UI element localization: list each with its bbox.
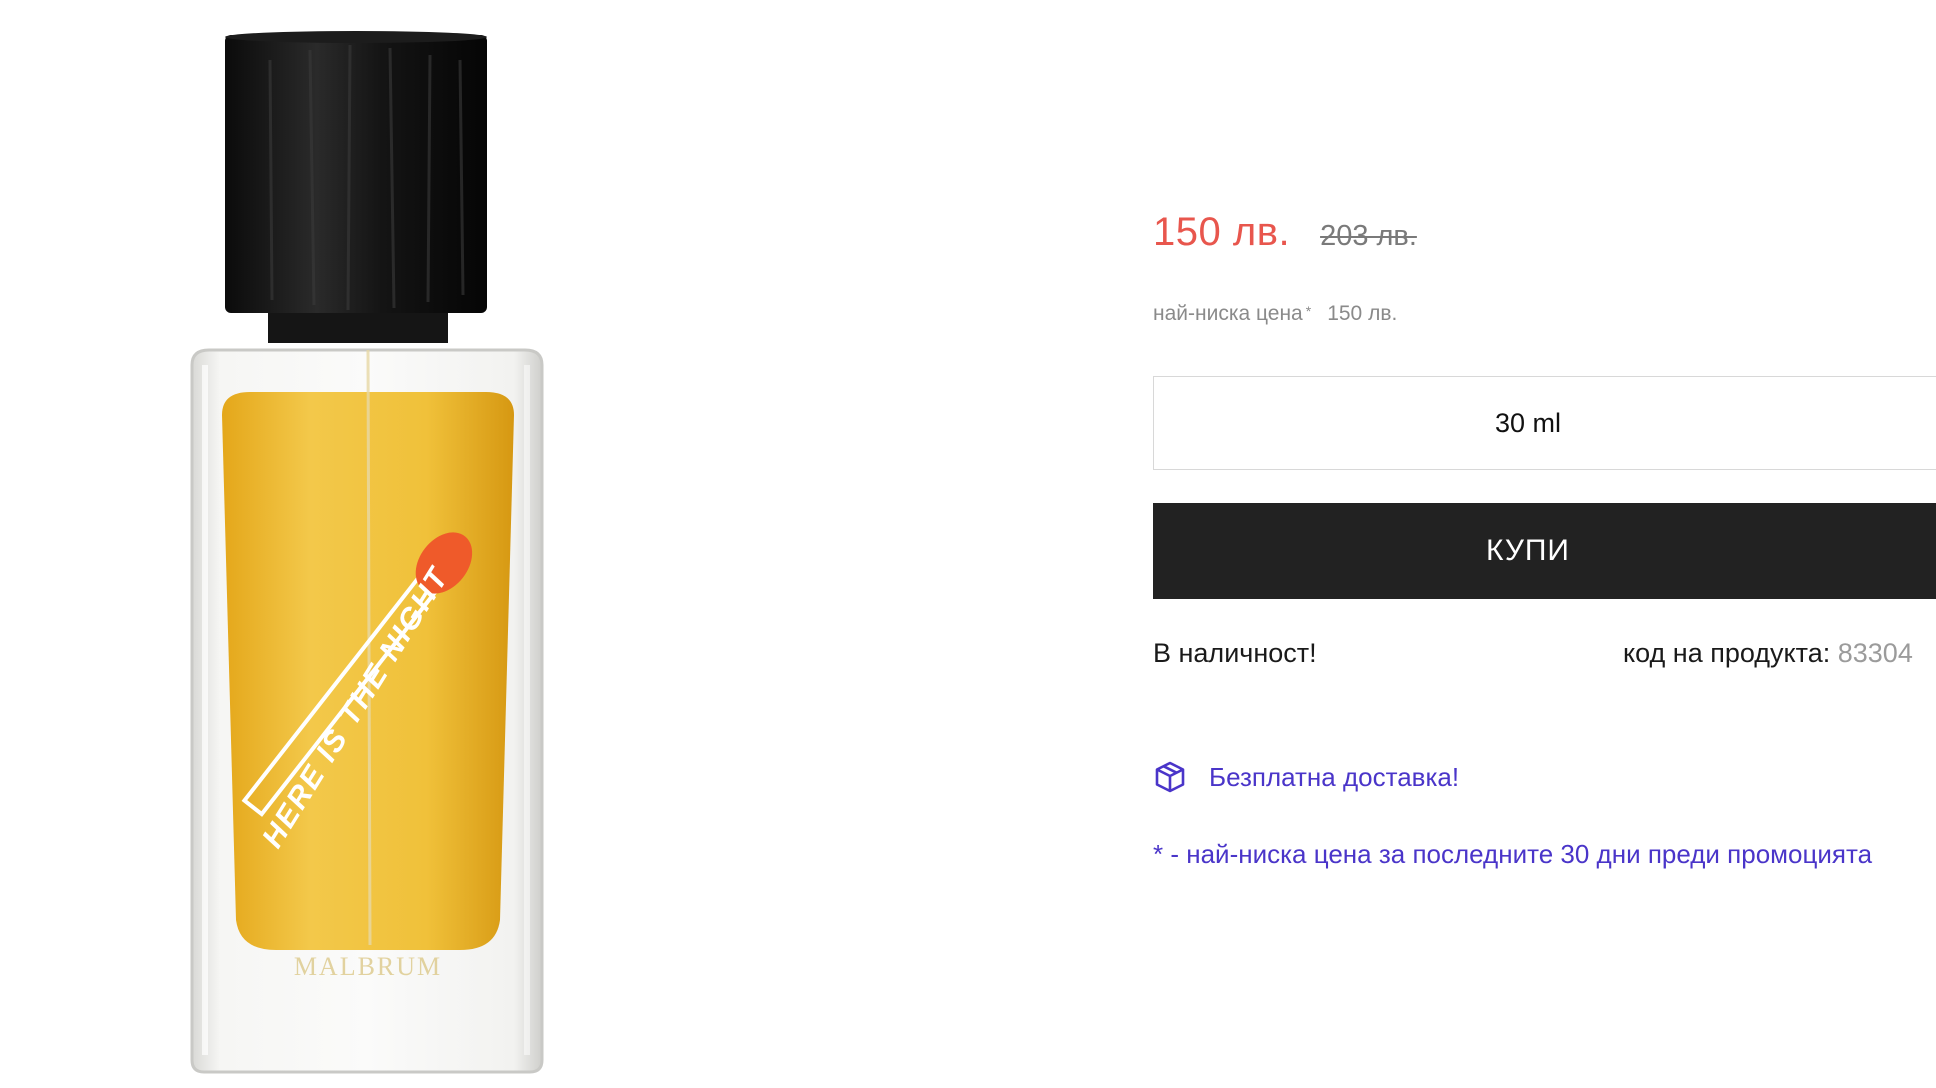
buy-button[interactable]: КУПИ <box>1153 503 1936 599</box>
free-delivery-label: Безплатна доставка! <box>1209 761 1460 792</box>
lowest-price-marker: * <box>1305 303 1312 319</box>
price-row: 150 лв. 203 лв. <box>1153 210 1417 255</box>
perfume-bottle-image: HERE IS THE NIGHT MALBRUM <box>190 31 544 1074</box>
availability-row: В наличност! код на продукта: 83304 <box>1153 638 1936 669</box>
cap-shape <box>225 35 487 313</box>
size-option-label: 30 ml <box>1494 407 1562 438</box>
product-image: HERE IS THE NIGHT MALBRUM <box>180 20 560 1080</box>
lowest-price-row: най-ниска цена * 150 лв. <box>1153 302 1397 326</box>
product-info: 150 лв. 203 лв. най-ниска цена * 150 лв.… <box>1153 0 1936 1088</box>
product-code-label: код на продукта: <box>1623 638 1831 668</box>
lowest-price-value: 150 лв. <box>1327 302 1398 325</box>
buy-button-label: КУПИ <box>1486 534 1570 567</box>
box-icon <box>1153 760 1187 794</box>
old-price: 203 лв. <box>1320 220 1417 252</box>
current-price: 150 лв. <box>1153 210 1291 254</box>
product-page: HERE IS THE NIGHT MALBRUM 150 лв. 203 лв… <box>0 0 1936 1088</box>
brand-mark: MALBRUM <box>294 952 442 981</box>
free-delivery-row: Безплатна доставка! <box>1153 760 1459 794</box>
size-option[interactable]: 30 ml <box>1153 376 1936 470</box>
stock-status: В наличност! <box>1153 638 1317 668</box>
lowest-price-footnote: * - най-ниска цена за последните 30 дни … <box>1153 839 1873 869</box>
product-code-value: 83304 <box>1837 638 1913 668</box>
lowest-price-label: най-ниска цена <box>1153 302 1303 325</box>
product-code: код на продукта: 83304 <box>1623 638 1913 669</box>
